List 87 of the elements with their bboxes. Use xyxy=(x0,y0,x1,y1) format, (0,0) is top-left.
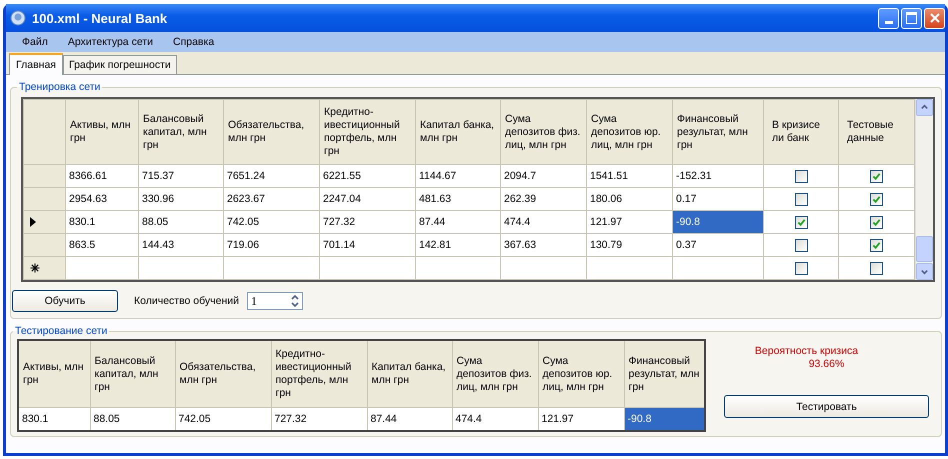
column-header[interactable]: Активы, млн грн xyxy=(66,100,138,164)
row-header[interactable] xyxy=(24,210,66,234)
checkbox[interactable] xyxy=(870,238,883,252)
window-title: 100.xml - Neural Bank xyxy=(32,10,168,26)
column-header[interactable]: Балансовый капитал, млн грн xyxy=(138,100,224,164)
menu-item[interactable]: Файл xyxy=(12,36,58,48)
checkbox[interactable] xyxy=(794,192,808,206)
checkbox[interactable] xyxy=(794,238,808,252)
column-header[interactable]: Капитал банка, млн грн xyxy=(416,100,500,164)
column-header[interactable]: Тестовые данные xyxy=(838,100,914,164)
table-cell[interactable]: 8366.61 xyxy=(66,164,138,188)
column-header[interactable]: Кредитно-ивестиционный портфель, млн грн xyxy=(271,340,367,408)
column-header[interactable]: Сума депозитов юр. лиц, млн грн xyxy=(538,340,624,408)
group-title: Тестирование сети xyxy=(14,325,108,337)
table-cell[interactable]: 144.43 xyxy=(138,234,224,256)
table-cell[interactable]: 742.05 xyxy=(224,210,320,234)
tab[interactable]: График погрешности xyxy=(62,55,177,74)
table-cell[interactable]: 2954.63 xyxy=(66,188,138,210)
maximize-button[interactable] xyxy=(901,8,922,28)
table-cell[interactable]: 367.63 xyxy=(500,234,586,256)
probability-value: 93.66% xyxy=(808,358,844,371)
table-cell[interactable]: 6221.55 xyxy=(320,164,416,188)
row-header[interactable] xyxy=(24,256,66,280)
train-button[interactable]: Обучить xyxy=(12,290,118,312)
column-header[interactable]: Финансовый результат, млн грн xyxy=(624,340,705,408)
minimize-button[interactable] xyxy=(878,8,899,28)
table-cell[interactable]: -90.8 xyxy=(624,408,705,431)
checkbox[interactable] xyxy=(794,216,808,228)
table-cell[interactable]: 719.06 xyxy=(224,234,320,256)
table-cell[interactable]: 715.37 xyxy=(138,164,224,188)
table-cell[interactable]: 863.5 xyxy=(66,234,138,256)
table-cell[interactable]: 0.37 xyxy=(672,234,764,256)
column-header[interactable]: Сума депозитов физ. лиц, млн грн xyxy=(452,340,538,408)
column-header[interactable]: Балансовый капитал, млн грн xyxy=(90,340,175,408)
table-cell[interactable]: 1144.67 xyxy=(416,164,500,188)
count-spinner[interactable]: 1 xyxy=(247,292,304,310)
table-cell[interactable]: 2094.7 xyxy=(500,164,586,188)
table-cell[interactable]: 88.05 xyxy=(138,210,224,234)
column-header[interactable]: Кредитно-ивестиционный портфель, млн грн xyxy=(320,100,416,164)
table-cell[interactable]: -152.31 xyxy=(672,164,764,188)
column-header[interactable]: Сума депозитов юр. лиц, млн грн xyxy=(586,100,672,164)
table-cell[interactable]: 180.06 xyxy=(586,188,672,210)
table-cell[interactable]: 130.79 xyxy=(586,234,672,256)
table-cell[interactable]: 87.44 xyxy=(416,210,500,234)
close-button[interactable] xyxy=(924,8,945,28)
new-row-icon xyxy=(30,263,40,274)
scroll-down-icon[interactable] xyxy=(916,263,933,280)
table-cell[interactable]: 830.1 xyxy=(66,210,138,234)
scroll-thumb[interactable] xyxy=(916,236,933,262)
table-cell[interactable]: 727.32 xyxy=(320,210,416,234)
checkbox[interactable] xyxy=(794,262,808,274)
scrollbar[interactable] xyxy=(915,99,933,280)
scroll-up-icon[interactable] xyxy=(916,99,933,116)
checkbox[interactable] xyxy=(794,170,808,182)
table-cell[interactable]: 121.97 xyxy=(586,210,672,234)
table-cell[interactable]: 330.96 xyxy=(138,188,224,210)
column-header[interactable]: Финансовый результат, млн грн xyxy=(672,100,764,164)
checkbox[interactable] xyxy=(870,262,883,274)
checkbox[interactable] xyxy=(870,192,883,206)
table-cell[interactable]: 262.39 xyxy=(500,188,586,210)
probability-label: Вероятность кризиса xyxy=(754,345,858,358)
tab[interactable]: Главная xyxy=(9,53,63,75)
count-label: Количество обучений xyxy=(134,295,240,307)
table-cell[interactable]: 481.63 xyxy=(416,188,500,210)
column-header[interactable]: Капитал банка, млн грн xyxy=(367,340,452,408)
table-cell[interactable]: 474.4 xyxy=(500,210,586,234)
table-cell[interactable]: 2623.67 xyxy=(224,188,320,210)
table-cell[interactable]: 7651.24 xyxy=(224,164,320,188)
column-header[interactable]: Сума депозитов физ. лиц, млн грн xyxy=(500,100,586,164)
table-cell[interactable]: 1541.51 xyxy=(586,164,672,188)
current-row-icon xyxy=(30,217,36,228)
checkbox[interactable] xyxy=(870,216,883,228)
menu-item[interactable]: Справка xyxy=(162,36,224,48)
menu-item[interactable]: Архитектура сети xyxy=(58,36,163,48)
app-icon xyxy=(10,10,26,26)
column-header[interactable]: Активы, млн грн xyxy=(18,340,90,408)
table-cell[interactable]: 2247.04 xyxy=(320,188,416,210)
table-cell[interactable]: 701.14 xyxy=(320,234,416,256)
close-icon[interactable] xyxy=(930,13,940,23)
table-cell[interactable]: -90.8 xyxy=(672,210,764,234)
column-header[interactable]: Обязательства, млн грн xyxy=(224,100,320,164)
group-title: Тренировка сети xyxy=(18,81,102,93)
column-header[interactable]: В кризисе ли банк xyxy=(764,100,838,164)
test-button[interactable]: Тестировать xyxy=(724,395,929,418)
column-header[interactable]: Обязательства, млн грн xyxy=(175,340,271,408)
table-cell[interactable]: 142.81 xyxy=(416,234,500,256)
checkbox[interactable] xyxy=(870,170,883,182)
